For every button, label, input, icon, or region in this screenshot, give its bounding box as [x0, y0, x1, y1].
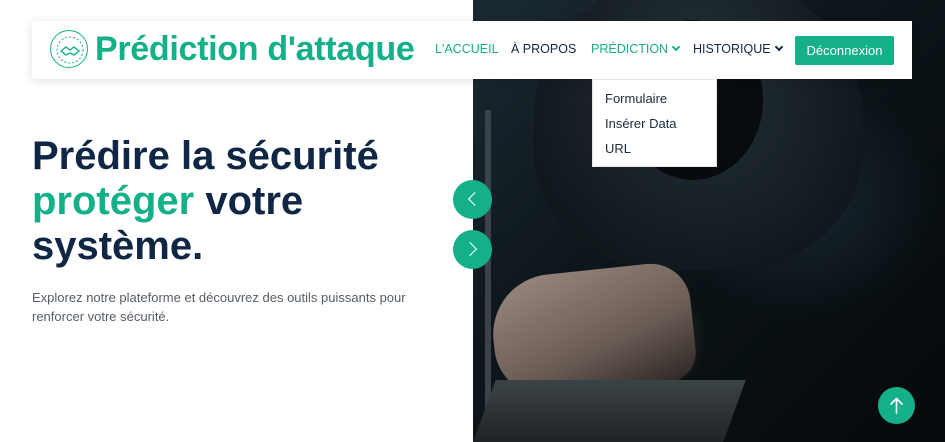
- nav-prediction[interactable]: PRÉDICTION: [591, 42, 681, 56]
- chevron-down-icon: [671, 42, 681, 52]
- headline-line-3: système.: [32, 224, 204, 268]
- chevron-left-icon: [467, 191, 483, 207]
- headline-line-1: Prédire la sécurité: [32, 134, 379, 178]
- chevron-right-icon: [462, 241, 478, 257]
- nav-about[interactable]: À PROPOS: [511, 42, 576, 56]
- arrow-up-icon: [890, 397, 903, 414]
- brand-title[interactable]: Prédiction d'attaque: [95, 30, 415, 69]
- main-navbar: Prédiction d'attaque L'ACCUEIL À PROPOS …: [32, 21, 912, 79]
- shield-handshake-icon[interactable]: [50, 30, 88, 68]
- headline-line-2: votre: [194, 179, 304, 223]
- back-to-top-button[interactable]: [878, 387, 915, 424]
- dropdown-item-inserer-data[interactable]: Insérer Data: [605, 116, 677, 131]
- prediction-dropdown-menu: Formulaire Insérer Data URL: [592, 79, 717, 167]
- chevron-down-icon: [774, 42, 783, 52]
- nav-history[interactable]: HISTORIQUE: [693, 42, 783, 56]
- hero-headline: Prédire la sécurité protéger votre systè…: [32, 134, 452, 269]
- carousel-prev-button[interactable]: [453, 180, 492, 219]
- hero-description: Explorez notre plateforme et découvrez d…: [32, 290, 406, 324]
- nav-prediction-label: PRÉDICTION: [591, 42, 669, 56]
- nav-home[interactable]: L'ACCUEIL: [435, 42, 499, 56]
- logout-button[interactable]: Déconnexion: [795, 36, 894, 65]
- headline-accent: protéger: [32, 179, 195, 223]
- nav-history-label: HISTORIQUE: [693, 42, 771, 56]
- dropdown-item-formulaire[interactable]: Formulaire: [605, 91, 667, 106]
- laptop-keyboard: [473, 380, 746, 442]
- dropdown-item-url[interactable]: URL: [605, 141, 631, 156]
- carousel-next-button[interactable]: [453, 230, 492, 269]
